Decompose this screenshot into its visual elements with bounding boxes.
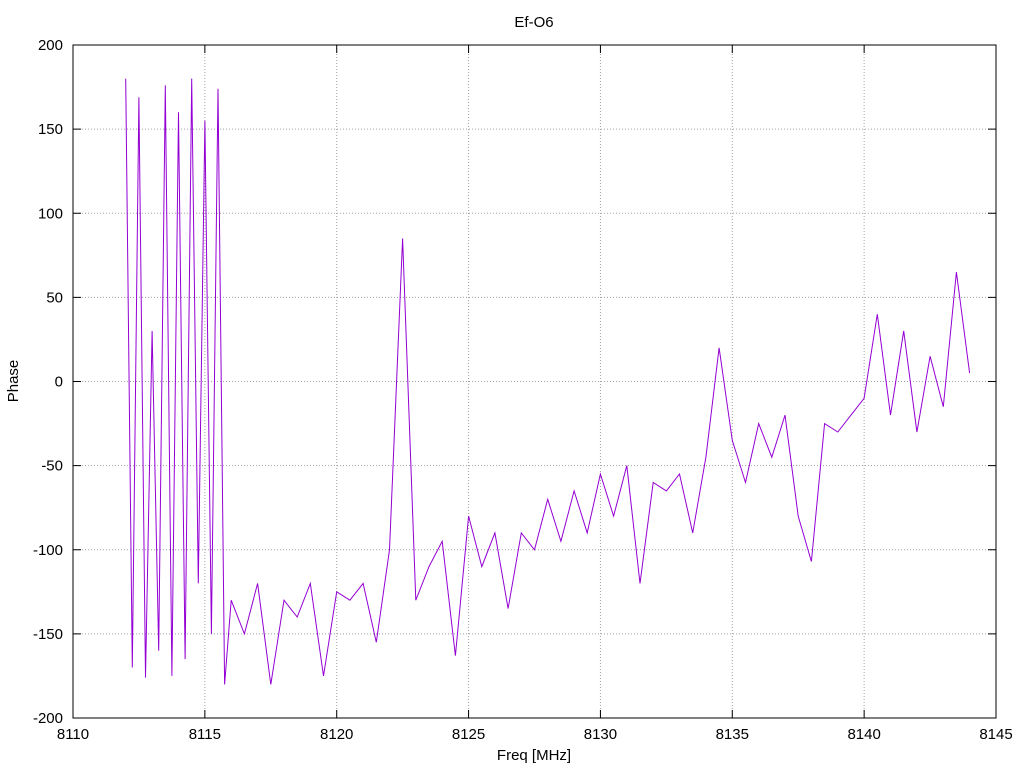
x-tick-label: 8130	[584, 726, 617, 743]
y-tick-label: 50	[46, 289, 63, 306]
y-tick-label: 0	[55, 374, 63, 391]
x-axis-label: Freq [MHz]	[497, 747, 571, 764]
y-tick-label: 150	[38, 121, 63, 138]
y-tick-label: -100	[33, 542, 63, 559]
chart-title: Ef-O6	[514, 14, 553, 31]
phase-chart: Ef-O6 8110 8115 8120 8125 8130 8135 8140 8145 -2…	[5, 14, 1013, 764]
x-tick-label: 8120	[320, 726, 353, 743]
x-tick-label: 8140	[847, 726, 880, 743]
x-tick-label: 8115	[189, 726, 221, 743]
y-tick-label: -150	[33, 626, 63, 643]
x-tick-label: 8125	[452, 726, 485, 743]
y-tick-label: 200	[38, 37, 63, 54]
y-tick-label: 100	[38, 205, 63, 222]
y-axis-label: Phase	[5, 360, 22, 403]
x-tick-label: 8110	[57, 726, 89, 743]
y-tick-label: -200	[33, 710, 63, 727]
y-tick-label: -50	[41, 458, 63, 475]
x-tick-label: 8135	[716, 726, 749, 743]
x-tick-label: 8145	[979, 726, 1012, 743]
